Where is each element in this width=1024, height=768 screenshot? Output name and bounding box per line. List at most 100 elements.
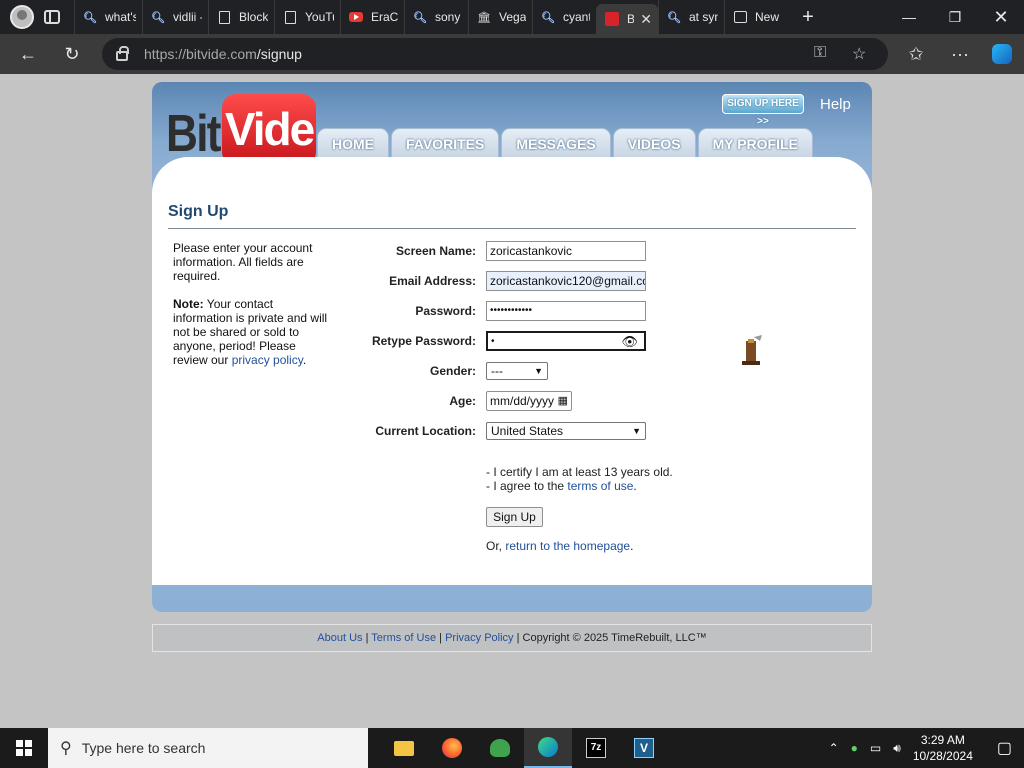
- windows-start-icon[interactable]: [0, 728, 48, 768]
- tab-title: what's: [105, 10, 136, 24]
- email-input[interactable]: zoricastankovic120@gmail.com: [486, 271, 646, 291]
- terms-agreement-end: .: [633, 479, 637, 493]
- key-icon[interactable]: ⚿: [814, 44, 826, 62]
- age-placeholder: mm/dd/yyyy: [490, 394, 555, 408]
- people-app-icon[interactable]: [476, 728, 524, 768]
- tab-title: Blocke: [239, 10, 268, 24]
- minimize-icon[interactable]: —: [886, 0, 932, 34]
- browser-tab[interactable]: 🔍︎ vidlii -: [142, 0, 208, 34]
- browser-tab-active[interactable]: B ✕: [596, 4, 658, 34]
- screen-name-input[interactable]: zoricastankovic: [486, 241, 646, 261]
- clock-date: 10/28/2024: [912, 749, 973, 763]
- people-tray-icon[interactable]: ●: [851, 741, 858, 755]
- show-password-eye-icon[interactable]: 👁︎: [621, 333, 638, 349]
- address-bar[interactable]: https://bitvide.com/signup ⚿ ☆: [102, 38, 888, 70]
- return-homepage-link[interactable]: return to the homepage: [505, 539, 630, 553]
- browser-tab[interactable]: 🏛︎ Vegas: [468, 0, 532, 34]
- profile-avatar-icon[interactable]: [10, 5, 34, 29]
- bank-icon: 🏛︎: [477, 11, 491, 24]
- browser-tab[interactable]: Blocke: [208, 0, 274, 34]
- tab-title: YouTu: [305, 10, 334, 24]
- site-container: Bit Vide SIGN UP HERE >> Help HOME FAVOR…: [152, 82, 872, 612]
- privacy-policy-link[interactable]: privacy policy: [232, 353, 303, 367]
- browser-tab[interactable]: YouTu: [274, 0, 340, 34]
- footer-terms-link[interactable]: Terms of Use: [371, 632, 436, 644]
- gender-value: ---: [491, 364, 503, 378]
- browser-tab-strip: 🔍︎ what's 🔍︎ vidlii - Blocke YouTu EraCa 🔍…: [0, 0, 1024, 34]
- calendar-icon[interactable]: ▦: [558, 392, 568, 410]
- signup-here-button[interactable]: SIGN UP HERE >>: [722, 94, 804, 127]
- search-icon: 🔍︎: [413, 11, 427, 24]
- page-title: Sign Up: [168, 203, 229, 220]
- url-path: /signup: [256, 46, 302, 62]
- lock-icon: [116, 46, 129, 61]
- tab-title: EraCa: [371, 10, 398, 24]
- browser-tab[interactable]: 🔍︎ sony v: [404, 0, 468, 34]
- search-icon: 🔍︎: [667, 11, 681, 24]
- browser-tab[interactable]: EraCa: [340, 0, 404, 34]
- bitvide-favicon: [605, 12, 619, 26]
- bitvide-logo[interactable]: Bit Vide: [166, 94, 316, 166]
- age-date-input[interactable]: mm/dd/yyyy ▦: [486, 391, 572, 411]
- retype-password-label: Retype Password:: [371, 334, 476, 348]
- network-icon[interactable]: ▭: [870, 741, 881, 755]
- search-icon: 🔍︎: [151, 11, 165, 24]
- copilot-icon[interactable]: [984, 36, 1020, 72]
- notifications-icon[interactable]: ▢: [997, 738, 1012, 758]
- mouse-cursor-sprite: [742, 335, 762, 365]
- sign-up-button[interactable]: Sign Up: [486, 507, 543, 527]
- divider: [168, 228, 856, 229]
- browser-tab[interactable]: 🔍︎ what's: [74, 0, 142, 34]
- 7zip-icon[interactable]: 7z: [572, 728, 620, 768]
- gender-select[interactable]: --- ▼: [486, 362, 548, 380]
- footer-privacy-link[interactable]: Privacy Policy: [445, 632, 513, 644]
- nav-tab-my-profile[interactable]: MY PROFILE: [697, 128, 813, 158]
- browser-tab[interactable]: New t: [724, 0, 786, 34]
- tab-title: B: [627, 12, 635, 26]
- nav-tab-favorites[interactable]: FAVORITES: [391, 128, 500, 158]
- browser-toolbar: ← ↻ https://bitvide.com/signup ⚿ ☆ ✩ ···: [0, 34, 1024, 74]
- favorites-icon[interactable]: ✩: [898, 36, 934, 72]
- nav-tab-messages[interactable]: MESSAGES: [501, 128, 611, 158]
- document-icon: [283, 10, 297, 24]
- browser-tab[interactable]: 🔍︎ at syn: [658, 0, 724, 34]
- edge-browser-icon[interactable]: [524, 728, 572, 768]
- nav-tab-videos[interactable]: VIDEOS: [612, 128, 696, 158]
- system-tray: ⌃ ● ▭ 🔊︎ 3:29 AM 10/28/2024 ▢: [823, 728, 1024, 768]
- chevron-up-icon[interactable]: ⌃: [829, 741, 839, 755]
- location-value: United States: [491, 424, 564, 438]
- new-tab-icon[interactable]: +: [796, 6, 820, 29]
- nav-tab-home[interactable]: HOME: [317, 128, 389, 158]
- favorite-star-icon[interactable]: ☆: [852, 44, 866, 64]
- age-label: Age:: [449, 394, 476, 408]
- tab-actions-icon[interactable]: [44, 10, 60, 24]
- gender-label: Gender:: [429, 364, 476, 378]
- logo-vide-text: Vide: [222, 94, 316, 166]
- more-menu-icon[interactable]: ···: [942, 36, 978, 72]
- location-select[interactable]: United States ▼: [486, 422, 646, 440]
- taskbar-search-box[interactable]: ⚲ Type here to search: [48, 728, 368, 768]
- vegas-app-icon[interactable]: V: [620, 728, 668, 768]
- about-us-link[interactable]: About Us: [317, 632, 362, 644]
- browser-tab[interactable]: 🔍︎ cyanto: [532, 0, 596, 34]
- firefox-icon[interactable]: [428, 728, 476, 768]
- footer-separator: |: [436, 632, 446, 644]
- restore-icon[interactable]: ❐: [932, 0, 978, 34]
- password-input[interactable]: ••••••••••••: [486, 301, 646, 321]
- footer-separator: |: [362, 632, 372, 644]
- close-window-icon[interactable]: ✕: [978, 0, 1024, 34]
- back-arrow-icon[interactable]: ←: [10, 36, 46, 72]
- volume-icon[interactable]: 🔊︎: [893, 741, 901, 756]
- help-link[interactable]: Help: [820, 96, 851, 113]
- terms-of-use-link[interactable]: terms of use: [567, 479, 633, 493]
- youtube-icon: [349, 10, 363, 24]
- location-label: Current Location:: [375, 424, 476, 438]
- taskbar-clock[interactable]: 3:29 AM 10/28/2024: [913, 732, 973, 764]
- retype-password-input[interactable]: • 👁︎: [486, 331, 646, 351]
- chevron-down-icon: ▼: [534, 366, 543, 376]
- file-explorer-icon[interactable]: [380, 728, 428, 768]
- close-tab-icon[interactable]: ✕: [640, 11, 652, 28]
- refresh-icon[interactable]: ↻: [54, 36, 90, 72]
- tab-title: vidlii -: [173, 10, 202, 24]
- return-end: .: [630, 539, 634, 553]
